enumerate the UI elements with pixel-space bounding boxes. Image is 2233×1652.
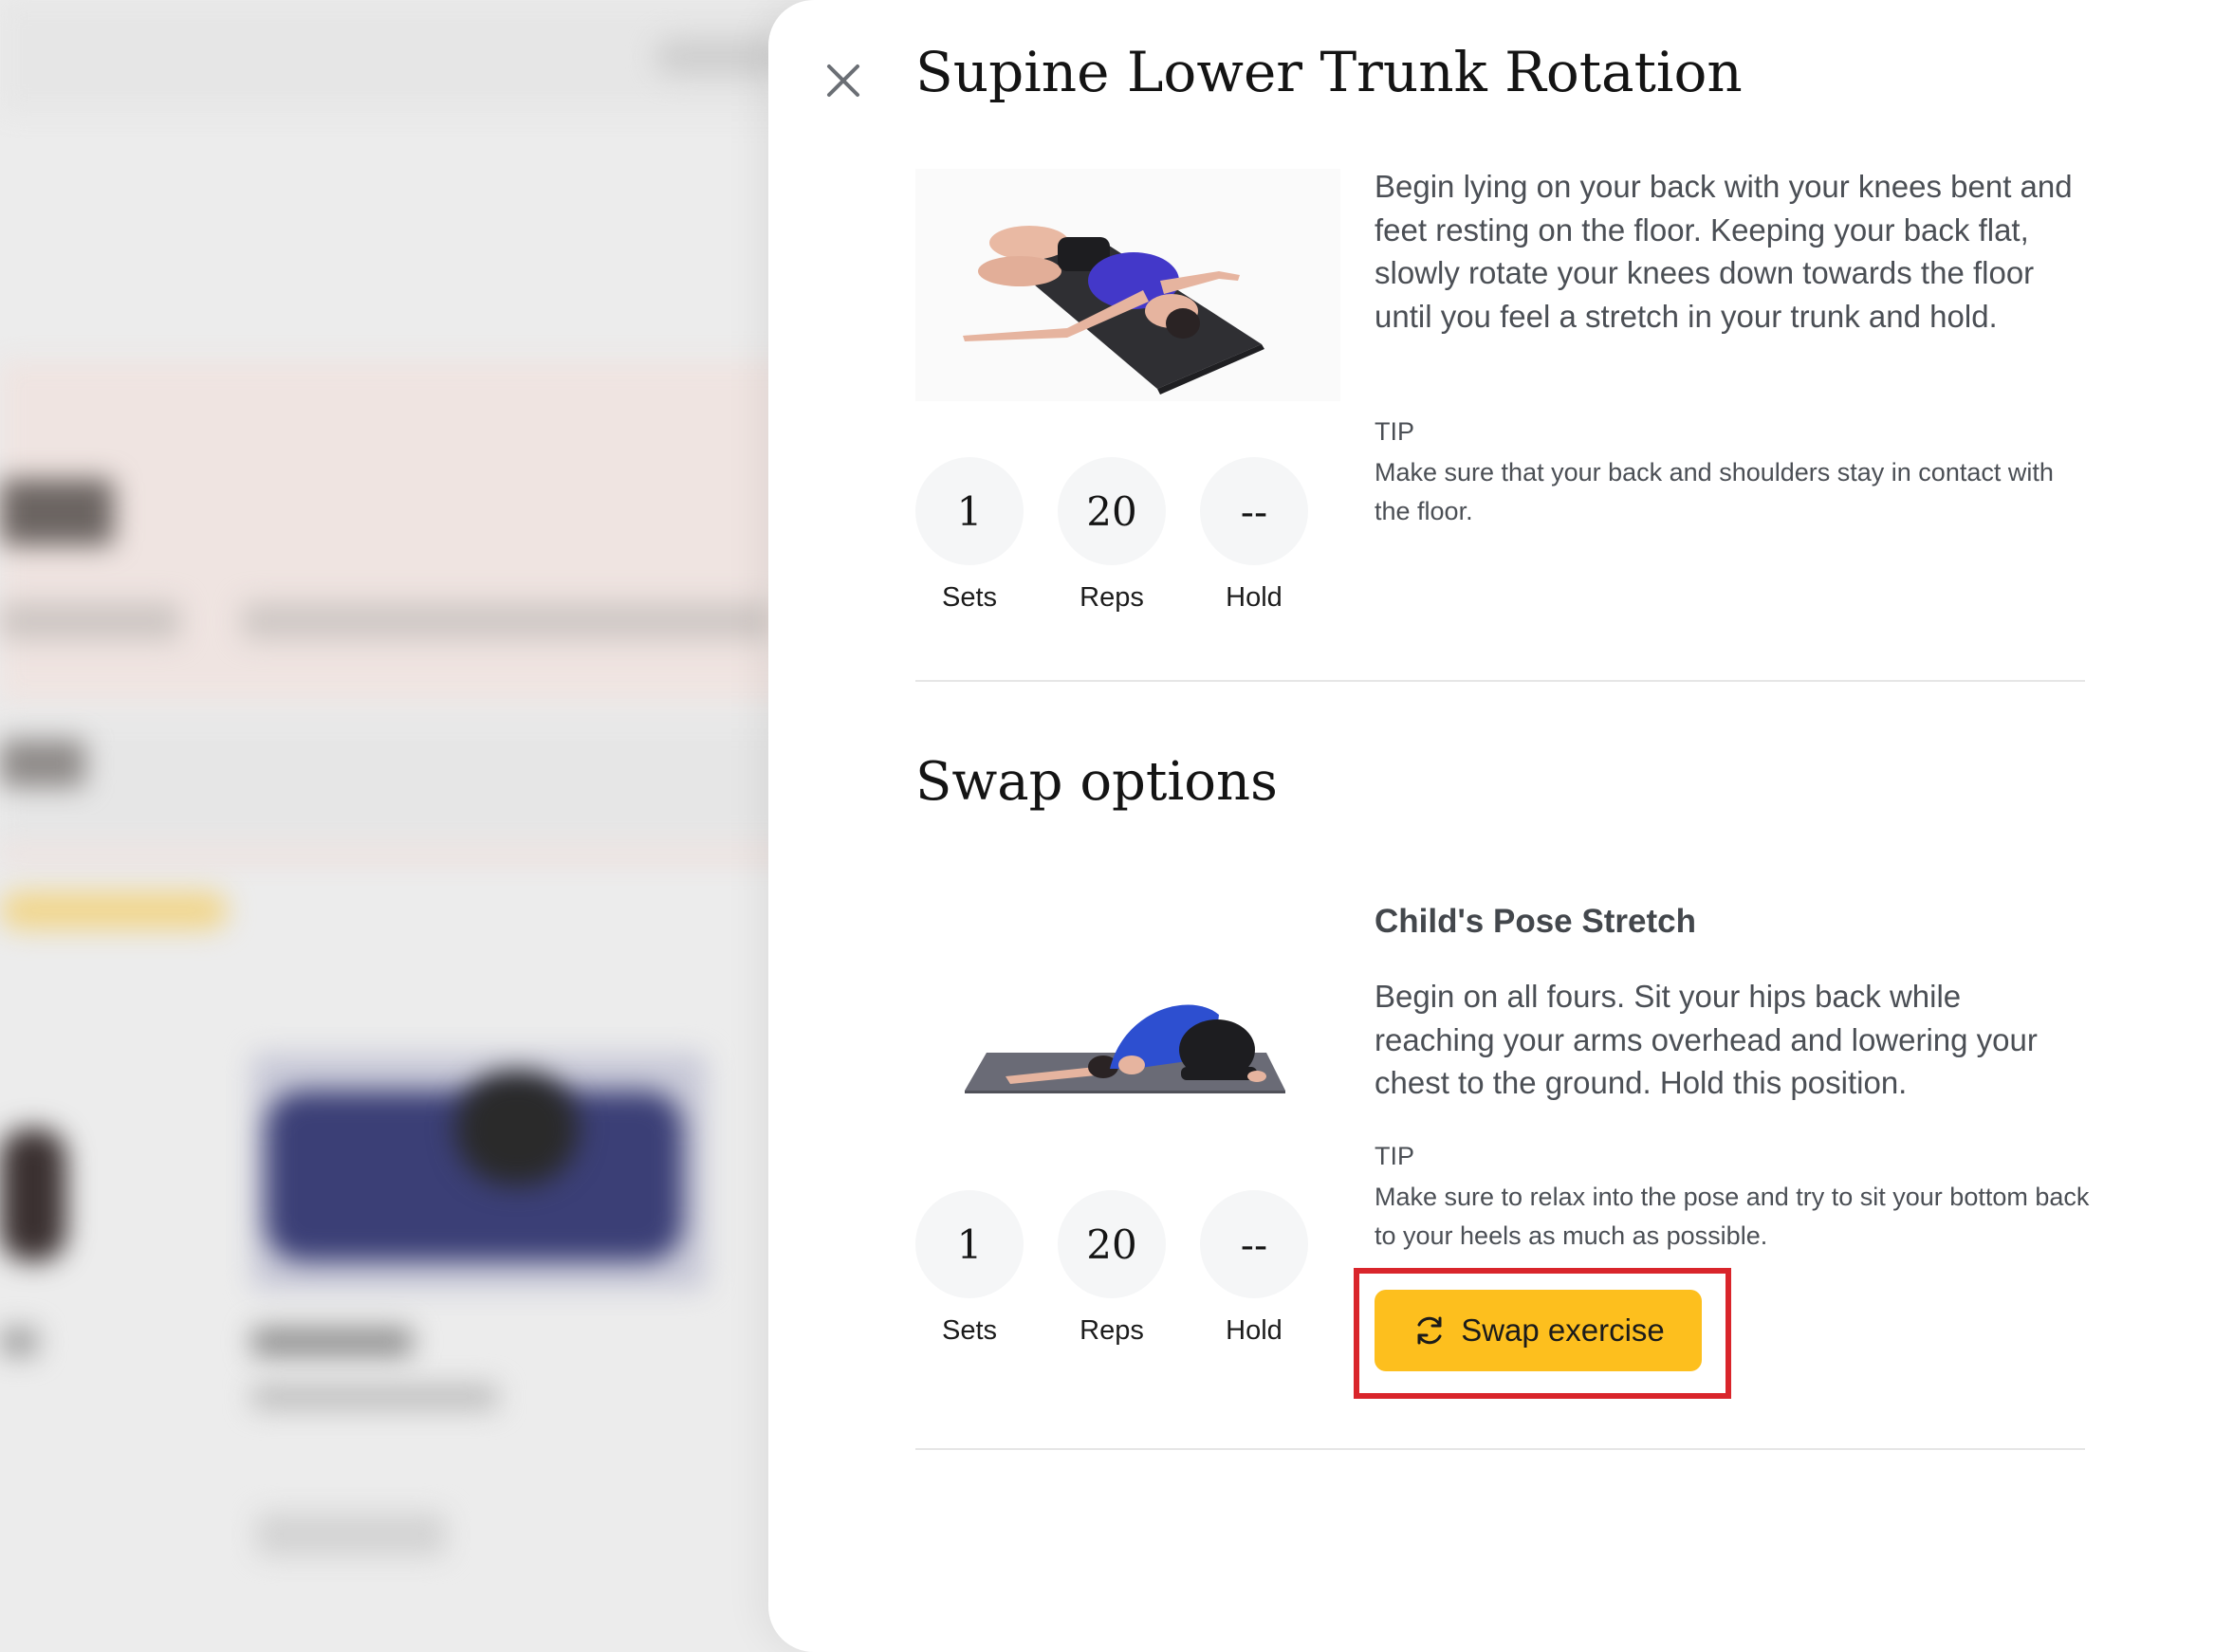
background-divider xyxy=(0,849,854,860)
close-button[interactable] xyxy=(821,59,865,102)
sets-label: Sets xyxy=(941,582,998,613)
swap-sets-value: 1 xyxy=(915,1190,1024,1298)
tip-text: Make sure that your back and shoulders s… xyxy=(1375,458,2054,525)
background-card-button xyxy=(256,1513,446,1556)
swap-reps-stat: 20 Reps xyxy=(1058,1190,1166,1347)
swap-options-title: Swap options xyxy=(915,751,1278,813)
refresh-icon xyxy=(1412,1312,1448,1349)
swap-sets-stat: 1 Sets xyxy=(915,1190,1024,1347)
exercise-description: Begin lying on your back with your knees… xyxy=(1375,169,2073,334)
reps-value: 20 xyxy=(1058,457,1166,565)
background-hero-subtitle-2 xyxy=(242,602,773,640)
swap-tip-label: TIP xyxy=(1375,1142,1415,1170)
swap-hold-stat: -- Hold xyxy=(1200,1190,1308,1347)
exercise-title: Supine Lower Trunk Rotation xyxy=(915,40,1743,104)
background-strip-title xyxy=(0,740,85,787)
swap-tip-text: Make sure to relax into the pose and try… xyxy=(1375,1183,2090,1250)
bottom-divider xyxy=(915,1448,2085,1450)
tip-label: TIP xyxy=(1375,417,1415,446)
swap-reps-value: 20 xyxy=(1058,1190,1166,1298)
swap-reps-label: Reps xyxy=(1080,1315,1144,1346)
swap-hold-label: Hold xyxy=(1226,1315,1283,1346)
hold-value: -- xyxy=(1200,457,1308,565)
background-page xyxy=(0,0,854,1652)
sets-stat: 1 Sets xyxy=(915,457,1024,614)
background-card-title xyxy=(251,1328,413,1356)
swap-exercise-description: Begin on all fours. Sit your hips back w… xyxy=(1375,979,2038,1100)
background-hero-subtitle xyxy=(0,602,180,640)
background-strip xyxy=(0,721,854,844)
swap-exercise-label: Swap exercise xyxy=(1461,1312,1665,1348)
background-pill xyxy=(655,38,787,76)
section-divider xyxy=(915,680,2085,682)
reps-stat: 20 Reps xyxy=(1058,457,1166,614)
swap-sets-label: Sets xyxy=(941,1315,998,1346)
swap-hold-value: -- xyxy=(1200,1190,1308,1298)
background-card-text-left xyxy=(0,1328,38,1356)
background-progress xyxy=(0,891,228,929)
swap-exercise-name: Child's Pose Stretch xyxy=(1375,903,1696,940)
reps-label: Reps xyxy=(1080,582,1144,613)
sets-value: 1 xyxy=(915,457,1024,565)
close-icon xyxy=(827,64,859,97)
background-card-subtitle xyxy=(251,1385,498,1409)
swap-exercise-image xyxy=(915,925,1340,1157)
exercise-image xyxy=(915,169,1340,401)
exercise-drawer: Supine Lower Trunk Rotation 1 Sets 20 Re… xyxy=(768,0,2233,1652)
background-hero xyxy=(0,360,854,702)
background-hero-title xyxy=(0,479,114,545)
background-card-image-left xyxy=(0,1129,66,1261)
swap-exercise-button[interactable]: Swap exercise xyxy=(1375,1290,1702,1371)
hold-label: Hold xyxy=(1226,582,1283,613)
background-card-figure-head xyxy=(455,1072,579,1185)
hold-stat: -- Hold xyxy=(1200,457,1308,614)
